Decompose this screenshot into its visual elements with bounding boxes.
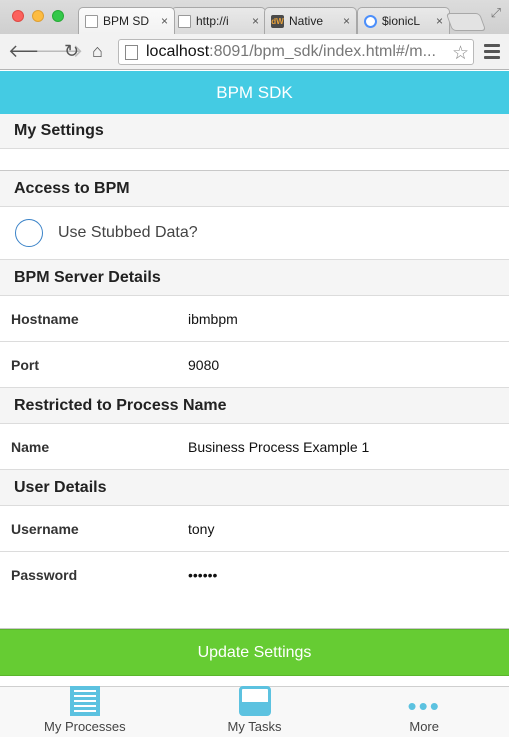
tab-label: Native bbox=[289, 14, 324, 28]
close-tab-icon[interactable]: × bbox=[161, 14, 168, 28]
app-header: BPM SDK bbox=[0, 71, 509, 114]
browser-tab-ionic[interactable]: $ionicL × bbox=[357, 7, 450, 34]
tab-label: More bbox=[409, 719, 439, 734]
more-icon: ••• bbox=[407, 691, 441, 721]
tab-label: My Tasks bbox=[227, 719, 282, 734]
home-icon[interactable]: ⌂ bbox=[92, 41, 103, 61]
update-settings-button[interactable]: Update Settings bbox=[0, 629, 509, 676]
browser-tab-native[interactable]: dW Native × bbox=[264, 7, 357, 34]
processes-icon bbox=[69, 686, 100, 716]
app-title: BPM SDK bbox=[216, 82, 293, 102]
url-path: :8091/bpm_sdk/index.html#/m... bbox=[209, 43, 436, 60]
spacer bbox=[0, 149, 509, 171]
tab-my-processes[interactable]: My Processes bbox=[0, 686, 170, 737]
port-field[interactable]: Port 9080 bbox=[0, 342, 509, 388]
tab-label: BPM SD bbox=[103, 14, 150, 28]
new-tab-button[interactable] bbox=[445, 13, 487, 31]
browser-toolbar: 🡐 🡒 ↻ ⌂ localhost :8091/bpm_sdk/index.ht… bbox=[0, 34, 509, 70]
document-icon bbox=[85, 14, 98, 28]
checkbox-circle-icon[interactable] bbox=[15, 219, 43, 247]
dw-icon: dW bbox=[271, 14, 284, 28]
name-label: Name bbox=[11, 438, 50, 455]
page-icon bbox=[125, 44, 138, 60]
name-input[interactable]: Business Process Example 1 bbox=[188, 439, 369, 455]
browser-tab-bpm-sdk[interactable]: BPM SD × bbox=[78, 7, 175, 34]
username-input[interactable]: tony bbox=[188, 521, 214, 537]
maximize-window-button[interactable] bbox=[52, 10, 64, 22]
close-tab-icon[interactable]: × bbox=[343, 14, 350, 28]
close-window-button[interactable] bbox=[12, 10, 24, 22]
hostname-input[interactable]: ibmbpm bbox=[188, 311, 238, 327]
ionic-icon bbox=[364, 14, 377, 28]
tab-label: $ionicL bbox=[382, 14, 421, 28]
use-stubbed-label: Use Stubbed Data? bbox=[58, 224, 198, 241]
inbox-icon bbox=[238, 686, 271, 716]
bottom-tab-bar: My Processes My Tasks ••• More bbox=[0, 686, 509, 737]
close-tab-icon[interactable]: × bbox=[436, 14, 443, 28]
address-bar[interactable]: localhost :8091/bpm_sdk/index.html#/m...… bbox=[118, 39, 474, 65]
spacer bbox=[0, 598, 509, 629]
user-details-header: User Details bbox=[0, 470, 509, 506]
settings-list: My Settings Access to BPM Use Stubbed Da… bbox=[0, 114, 509, 629]
minimize-window-button[interactable] bbox=[32, 10, 44, 22]
tab-my-tasks[interactable]: My Tasks bbox=[170, 686, 340, 737]
hostname-field[interactable]: Hostname ibmbpm bbox=[0, 296, 509, 342]
hostname-label: Hostname bbox=[11, 310, 79, 327]
process-name-header: Restricted to Process Name bbox=[0, 388, 509, 424]
tab-more[interactable]: ••• More bbox=[339, 687, 509, 737]
tab-label: http://i bbox=[196, 14, 229, 28]
port-input[interactable]: 9080 bbox=[188, 357, 219, 373]
fullscreen-icon[interactable]: ⤢ bbox=[491, 5, 501, 21]
menu-icon[interactable] bbox=[484, 44, 500, 62]
document-icon bbox=[178, 14, 191, 28]
port-label: Port bbox=[11, 356, 39, 373]
reload-icon[interactable]: ↻ bbox=[64, 41, 79, 61]
server-details-header: BPM Server Details bbox=[0, 260, 509, 296]
password-input[interactable]: •••••• bbox=[188, 567, 217, 583]
process-name-field[interactable]: Name Business Process Example 1 bbox=[0, 424, 509, 470]
browser-tab-http[interactable]: http://i × bbox=[171, 7, 266, 34]
username-field[interactable]: Username tony bbox=[0, 506, 509, 552]
access-header: Access to BPM bbox=[0, 171, 509, 207]
use-stubbed-data-toggle[interactable]: Use Stubbed Data? bbox=[0, 207, 509, 260]
password-label: Password bbox=[11, 567, 78, 583]
browser-tab-strip: BPM SD × http://i × dW Native × $ionicL … bbox=[0, 0, 509, 34]
username-label: Username bbox=[11, 520, 79, 537]
tab-label: My Processes bbox=[44, 719, 126, 734]
close-tab-icon[interactable]: × bbox=[252, 14, 259, 28]
password-field[interactable]: Password •••••• bbox=[0, 552, 509, 598]
url-host: localhost bbox=[146, 43, 210, 60]
bookmark-star-icon[interactable]: ☆ bbox=[451, 42, 469, 64]
my-settings-header: My Settings bbox=[0, 114, 509, 149]
